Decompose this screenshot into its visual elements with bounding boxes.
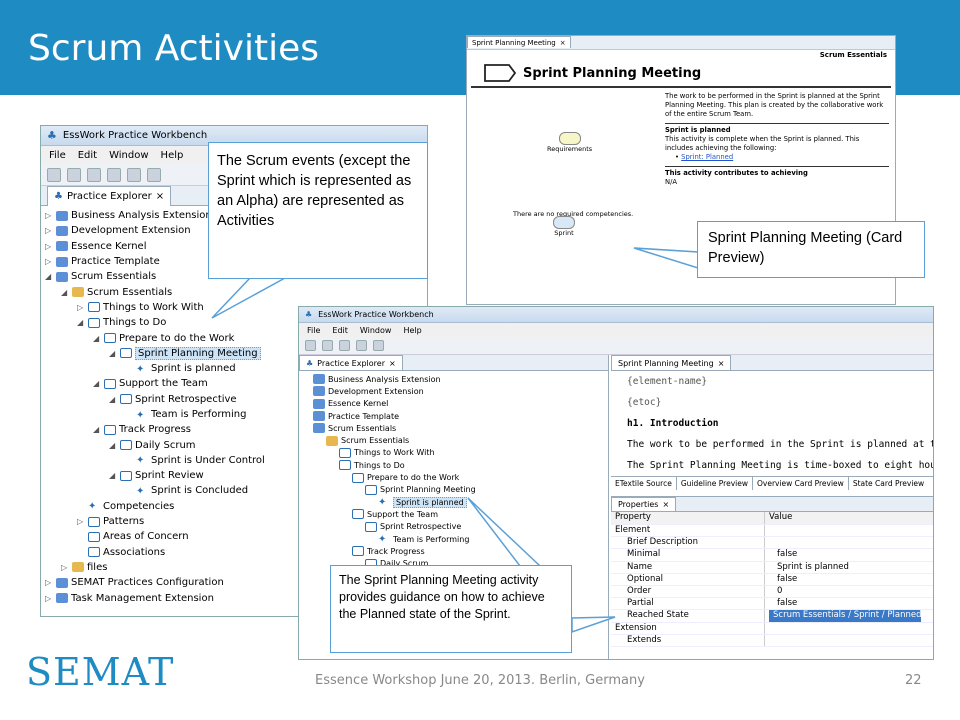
callout-events: The Scrum events (except the Sprint whic… [208,142,428,279]
footer-text: Essence Workshop June 20, 2013. Berlin, … [315,673,645,688]
page-number: 22 [905,673,922,688]
slide: Scrum Activities Sprint Planning Meeting… [0,0,960,720]
callout-card-preview: Sprint Planning Meeting (Card Preview) [697,221,925,278]
callout-guidance: The Sprint Planning Meeting activity pro… [330,565,572,653]
